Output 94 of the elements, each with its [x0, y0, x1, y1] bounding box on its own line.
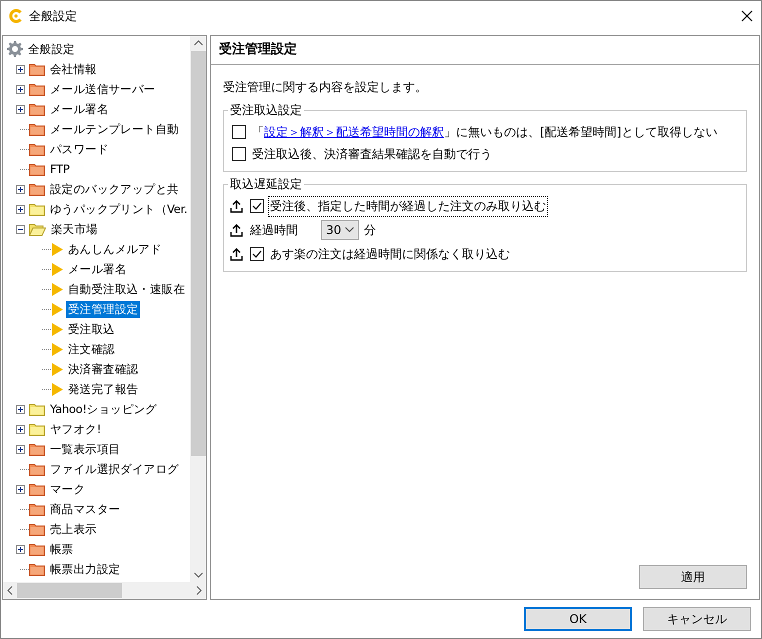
expand-icon[interactable] — [16, 484, 24, 494]
folder-icon — [29, 442, 45, 456]
expand-icon[interactable] — [16, 424, 24, 434]
folder-icon — [29, 82, 45, 96]
checkbox[interactable] — [250, 199, 264, 213]
folder-icon — [29, 162, 45, 176]
checkbox-label: あす楽の注文は経過時間に関係なく取り込む — [269, 246, 511, 262]
dialog-button[interactable]: キャンセル — [643, 607, 751, 631]
triangle-icon — [51, 342, 63, 356]
tree-item[interactable]: メールテンプレート自動 — [48, 120, 181, 138]
dialog-button[interactable]: OK — [524, 607, 632, 631]
triangle-icon — [51, 302, 63, 316]
field-label: 経過時間 — [250, 222, 298, 238]
chevron-down-icon — [345, 227, 354, 233]
window-title: 全般設定 — [29, 8, 78, 24]
folder-icon — [29, 562, 45, 576]
tree-item[interactable]: 商品マスター — [48, 500, 122, 518]
triangle-icon — [51, 322, 63, 336]
tree-item[interactable]: 一覧表示項目 — [48, 440, 122, 458]
triangle-icon — [51, 242, 63, 256]
tree-item[interactable]: メール署名 — [66, 260, 129, 278]
collapse-icon[interactable] — [16, 224, 24, 234]
folder-icon — [29, 482, 45, 496]
open-folder-icon — [29, 222, 46, 236]
tree-item[interactable]: Yahoo!ショッピング — [48, 400, 159, 418]
minutes-dropdown[interactable]: 30 — [321, 220, 359, 240]
gear-icon — [7, 41, 23, 57]
checkbox[interactable] — [232, 125, 246, 139]
tree-item[interactable]: マーク — [48, 480, 88, 498]
tree-item[interactable]: メール署名 — [48, 100, 111, 118]
group-legend: 受注取込設定 — [228, 102, 304, 119]
tree-item[interactable]: 楽天市場 — [49, 220, 100, 238]
scroll-right-icon[interactable] — [196, 586, 202, 595]
tree-item[interactable]: 発送完了報告 — [66, 380, 140, 398]
expand-icon[interactable] — [16, 104, 24, 114]
checkbox-label: 受注取込後、決済審査結果確認を自動で行う — [251, 146, 493, 162]
tree-item[interactable]: あんしんメルアド — [66, 240, 164, 258]
folder-icon — [29, 522, 45, 536]
expand-icon[interactable] — [16, 544, 24, 554]
scroll-left-icon[interactable] — [7, 586, 13, 595]
folder-icon — [29, 122, 45, 136]
tree-item[interactable]: パスワード — [48, 140, 111, 158]
description: 受注管理に関する内容を設定します。 — [223, 79, 428, 96]
tree-item[interactable]: 設定のバックアップと共 — [48, 180, 181, 198]
triangle-icon — [51, 362, 63, 376]
tree-item[interactable]: 売上表示 — [48, 520, 99, 538]
checkbox-label: 受注後、指定した時間が経過した注文のみ取り込む — [269, 196, 547, 216]
tree-item[interactable]: FTP — [48, 160, 72, 178]
checkbox-label: 「設定＞解釈＞配送希望時間の解釈」に無いものは、[配送希望時間]として取得しない — [251, 124, 718, 140]
scroll-up-icon[interactable] — [194, 40, 202, 46]
folder-icon — [29, 402, 45, 416]
expand-icon[interactable] — [16, 404, 24, 414]
folder-icon — [29, 182, 45, 196]
tree-item[interactable]: 自動受注取込・速販在 — [66, 280, 188, 298]
tree-item[interactable]: ファイル選択ダイアログ — [48, 460, 181, 478]
close-icon[interactable] — [741, 10, 753, 22]
tree-item[interactable]: 決済審査確認 — [66, 360, 140, 378]
expand-icon[interactable] — [16, 64, 24, 74]
expand-icon[interactable] — [16, 444, 24, 454]
folder-icon — [29, 102, 45, 116]
tree-item[interactable]: 帳票出力設定 — [48, 560, 122, 578]
triangle-icon — [51, 282, 63, 296]
tree-item[interactable]: 受注管理設定 — [66, 300, 140, 318]
tree-item[interactable]: 全般設定 — [26, 40, 77, 58]
group-legend: 取込遅延設定 — [228, 176, 304, 193]
horizontal-scrollbar[interactable] — [3, 582, 206, 599]
folder-icon — [29, 462, 45, 476]
tree-item[interactable]: ヤフオク! — [48, 420, 104, 438]
panel-title: 受注管理設定 — [211, 36, 759, 65]
tree-item[interactable]: ゆうパックプリント（Ver. — [48, 200, 190, 218]
apply-button[interactable]: 適用 — [639, 565, 747, 589]
checkbox[interactable] — [250, 247, 264, 261]
folder-icon — [29, 502, 45, 516]
settings-link[interactable]: 設定＞解釈＞配送希望時間の解釈 — [264, 124, 444, 138]
folder-icon — [29, 542, 45, 556]
tree-item[interactable]: 会社情報 — [48, 60, 99, 78]
vertical-scrollbar[interactable] — [190, 36, 206, 582]
expand-icon[interactable] — [16, 184, 24, 194]
tree-item[interactable]: 注文確認 — [66, 340, 117, 358]
folder-icon — [29, 142, 45, 156]
triangle-icon — [51, 262, 63, 276]
unit-label: 分 — [364, 222, 376, 238]
folder-icon — [29, 202, 45, 216]
scroll-down-icon[interactable] — [194, 572, 202, 578]
folder-icon — [29, 422, 45, 436]
checkbox[interactable] — [232, 147, 246, 161]
tree-item[interactable]: 帳票 — [48, 540, 76, 558]
expand-icon[interactable] — [16, 204, 24, 214]
tree-item[interactable]: メール送信サーバー — [48, 80, 158, 98]
tree-item[interactable]: 受注取込 — [66, 320, 117, 338]
expand-icon[interactable] — [16, 84, 24, 94]
app-logo-icon — [9, 9, 23, 23]
folder-icon — [29, 62, 45, 76]
triangle-icon — [51, 382, 63, 396]
